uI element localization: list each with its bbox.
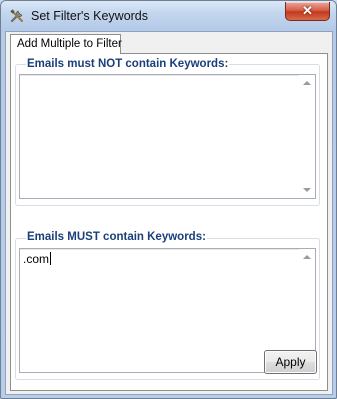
scroll-up-arrow-icon[interactable] — [303, 81, 311, 85]
window-title: Set Filter's Keywords — [31, 9, 149, 23]
dialog-window: Set Filter's Keywords ✕ Add Multiple to … — [0, 0, 337, 399]
tab-panel: Emails must NOT contain Keywords: Emails… — [10, 53, 328, 391]
dialog-client-area: Add Multiple to Filter Emails must NOT c… — [5, 31, 333, 395]
tab-label: Add Multiple to Filter — [17, 38, 122, 50]
title-bar[interactable]: Set Filter's Keywords ✕ — [1, 1, 336, 31]
apply-button[interactable]: Apply — [264, 350, 317, 374]
tab-add-multiple-to-filter[interactable]: Add Multiple to Filter — [10, 34, 122, 54]
not-contain-scrollbar[interactable] — [299, 75, 315, 198]
not-contain-textarea[interactable] — [19, 74, 316, 199]
not-contain-label: Emails must NOT contain Keywords: — [26, 58, 230, 70]
tools-icon — [10, 9, 23, 23]
close-icon: ✕ — [302, 3, 313, 18]
scroll-down-arrow-icon[interactable] — [303, 188, 311, 192]
scroll-up-arrow-icon[interactable] — [303, 255, 311, 259]
must-contain-text: .com — [23, 252, 52, 266]
must-contain-label: Emails MUST contain Keywords: — [26, 231, 207, 243]
close-button[interactable]: ✕ — [285, 2, 330, 21]
text-caret — [50, 252, 52, 265]
